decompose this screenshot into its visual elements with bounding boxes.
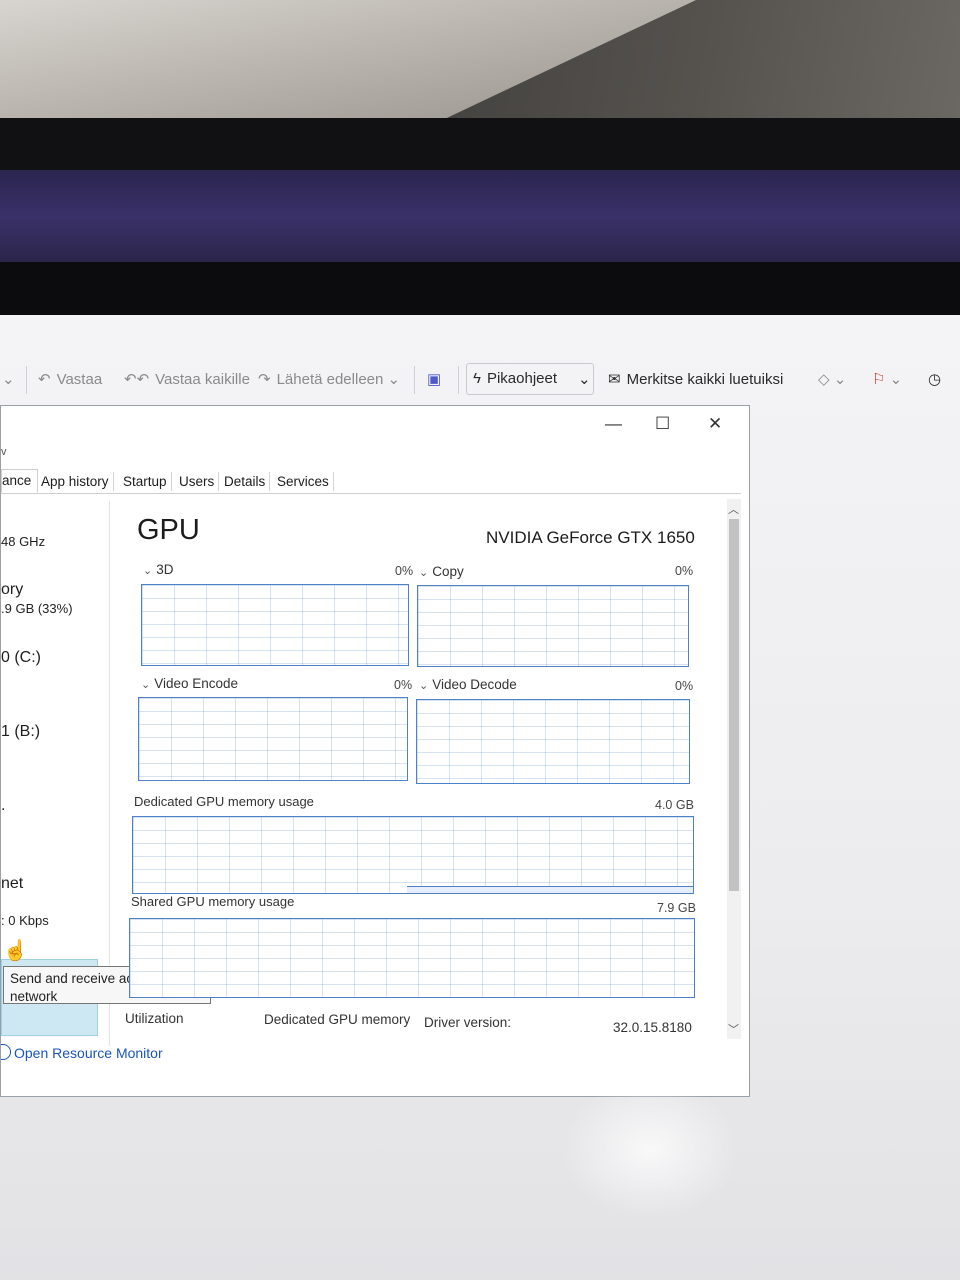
chevron-down-icon: ⌄ — [419, 680, 429, 692]
engine-selector-video-decode[interactable]: ⌄ Video Decode — [419, 677, 517, 692]
mark-all-read-button[interactable]: ✉ Merkitse kaikki luetuiksi — [608, 370, 783, 388]
graph-3d — [141, 584, 409, 666]
graph-video-encode — [138, 697, 408, 781]
reply-label: Vastaa — [56, 371, 103, 388]
gpu-title: GPU — [137, 514, 200, 546]
driver-version-value: 32.0.15.8180 — [613, 1020, 692, 1035]
engine-label-copy: Copy — [432, 564, 464, 579]
tab-startup[interactable]: Startup — [119, 472, 172, 491]
disk-b-label[interactable]: 1 (B:) — [1, 723, 40, 741]
forward-label: Lähetä edelleen — [276, 371, 384, 388]
tab-users[interactable]: Users — [175, 472, 220, 491]
engine-selector-video-encode[interactable]: ⌄ Video Encode — [141, 676, 238, 691]
monitor-bezel — [0, 118, 960, 178]
toolbar-dropdown-icon[interactable]: ⌄ — [2, 370, 15, 388]
engine-selector-3d[interactable]: ⌄ 3D — [143, 562, 173, 577]
engine-selector-copy[interactable]: ⌄ Copy — [419, 564, 464, 579]
reply-all-label: Vastaa kaikille — [155, 371, 250, 388]
graph-shared-memory — [129, 918, 695, 998]
resource-monitor-icon — [1, 1044, 11, 1060]
engine-label-video-encode: Video Encode — [154, 676, 239, 691]
flag-icon[interactable]: ⚐ ⌄ — [872, 370, 902, 388]
quick-steps-button[interactable]: ϟ Pikaohjeet — [473, 370, 557, 387]
open-resource-monitor-label: Open Resource Monitor — [14, 1045, 163, 1061]
mark-all-read-label: Merkitse kaikki luetuiksi — [626, 371, 784, 388]
engine-percent-video-decode: 0% — [675, 679, 694, 693]
shared-memory-max: 7.9 GB — [657, 901, 696, 915]
reply-button[interactable]: ↶ Vastaa — [38, 370, 102, 388]
scroll-down-icon[interactable]: ﹀ — [728, 1021, 739, 1037]
reply-all-button[interactable]: ↶↶ Vastaa kaikille — [124, 370, 250, 388]
lightning-icon: ϟ — [473, 370, 481, 387]
chevron-down-icon: ⌄ — [419, 567, 429, 579]
close-icon[interactable]: ✕ — [708, 414, 722, 434]
forward-button[interactable]: ↷ Lähetä edelleen ⌄ — [258, 370, 400, 388]
memory-label[interactable]: ory — [1, 581, 23, 599]
engine-percent-video-encode: 0% — [394, 678, 413, 692]
gpu-model-name: NVIDIA GeForce GTX 1650 — [486, 528, 695, 547]
toolbar-separator — [458, 366, 459, 394]
teams-icon[interactable]: ▣ — [427, 370, 441, 388]
toolbar-separator — [26, 366, 27, 394]
task-manager-window: — ☐ ✕ v ance App history Startup Users D… — [0, 405, 750, 1097]
engine-percent-copy: 0% — [675, 564, 694, 578]
graph-video-decode — [416, 699, 690, 784]
chevron-down-icon: ⌄ — [141, 679, 151, 691]
quick-steps-label: Pikaohjeet — [486, 370, 558, 387]
network-value[interactable]: : 0 Kbps — [1, 913, 49, 928]
vertical-scrollbar[interactable]: ︿ ﹀ — [727, 499, 741, 1039]
maximize-icon[interactable]: ☐ — [655, 414, 670, 434]
performance-sidebar: 48 GHz ory .9 GB (33%) 0 (C:) 1 (B:) . n… — [1, 501, 110, 1046]
toolbar-separator — [414, 366, 415, 394]
dedicated-memory-label: Dedicated GPU memory usage — [134, 794, 314, 809]
scroll-up-icon[interactable]: ︿ — [728, 501, 739, 517]
chevron-down-icon: ⌄ — [143, 565, 153, 577]
engine-label-video-decode: Video Decode — [432, 677, 517, 692]
engine-label-3d: 3D — [156, 562, 174, 577]
forward-icon: ↷ — [258, 371, 271, 388]
tab-services[interactable]: Services — [273, 472, 334, 491]
minimize-icon[interactable]: — — [605, 414, 622, 434]
wall-background — [0, 170, 960, 265]
disk-c-label[interactable]: 0 (C:) — [1, 649, 41, 667]
hand-cursor-icon: ☝ — [3, 940, 28, 962]
clock-icon[interactable]: ◷ — [928, 370, 941, 388]
utilization-label: Utilization — [125, 1011, 184, 1026]
chevron-down-icon: ⌄ — [387, 371, 401, 388]
dedicated-memory-max: 4.0 GB — [655, 798, 694, 812]
dedicated-gpu-memory-label: Dedicated GPU memory — [264, 1012, 411, 1027]
driver-version-label: Driver version: — [424, 1015, 512, 1030]
monitor-top-edge — [0, 262, 960, 322]
tab-app-history[interactable]: App history — [37, 472, 114, 491]
tab-performance[interactable]: ance — [1, 469, 39, 493]
open-resource-monitor-link[interactable]: Open Resource Monitor — [1, 1044, 163, 1061]
reply-all-icon: ↶↶ — [124, 371, 150, 388]
tab-details[interactable]: Details — [220, 472, 271, 491]
network-label[interactable]: net — [1, 875, 23, 893]
sidebar-partial-item[interactable]: . — [1, 797, 5, 815]
tag-icon[interactable]: ◇ ⌄ — [818, 370, 846, 388]
engine-percent-3d: 0% — [395, 564, 414, 578]
memory-value[interactable]: .9 GB (33%) — [1, 601, 73, 616]
tab-bar: ance App history Startup Users Details S… — [1, 469, 741, 494]
graph-copy — [417, 585, 689, 667]
envelope-open-icon: ✉ — [608, 371, 621, 388]
quick-steps-chevron-icon[interactable]: ⌄ — [578, 370, 591, 388]
shared-memory-label: Shared GPU memory usage — [131, 894, 295, 909]
window-title-fragment: v — [1, 446, 7, 458]
reply-icon: ↶ — [38, 371, 51, 388]
outlook-toolbar: ⌄ ↶ Vastaa ↶↶ Vastaa kaikille ↷ Lähetä edel… — [0, 358, 960, 402]
dedicated-memory-fill — [407, 886, 693, 893]
screen-glare — [560, 1080, 740, 1220]
cpu-speed[interactable]: 48 GHz — [1, 534, 45, 549]
graph-dedicated-memory — [132, 816, 694, 894]
scrollbar-thumb[interactable] — [729, 519, 739, 891]
